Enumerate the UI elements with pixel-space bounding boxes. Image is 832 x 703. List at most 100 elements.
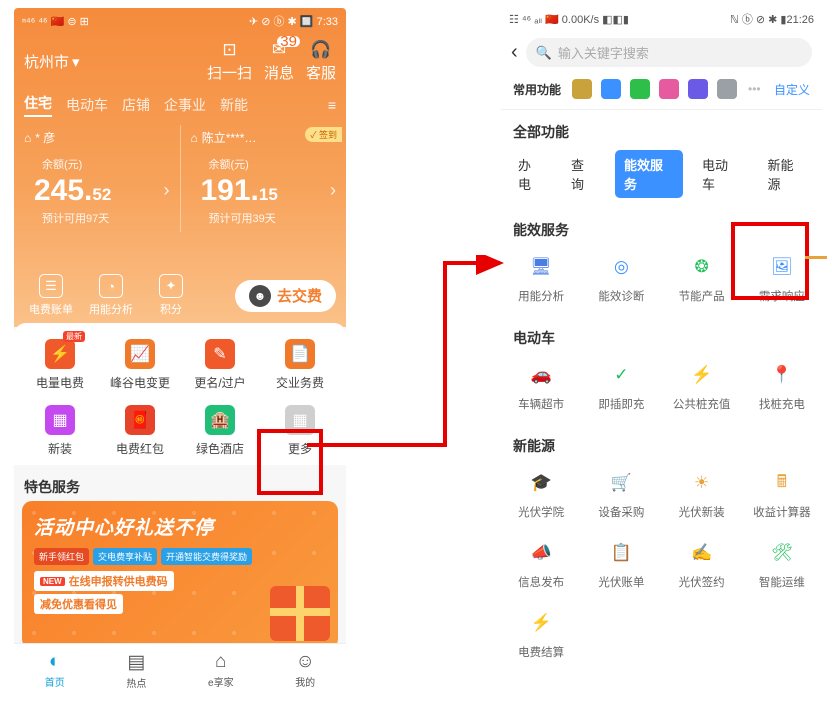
balance-card-0[interactable]: ⌂* 彦 余额(元) 245.52› 预计可用97天 — [22, 125, 172, 232]
item-设备采购[interactable]: 🛒 设备采购 — [581, 468, 661, 520]
新装-icon: ▦ — [45, 405, 75, 435]
ellipsis-icon: ••• — [748, 82, 761, 96]
item-公共桩充值[interactable]: ⚡ 公共桩充值 — [662, 360, 742, 412]
top-gradient: ⁿ⁴⁶ ⁴⁶ 🇨🇳 ⊜ ⊞ ✈ ⊘ ⓑ ✱ 🔲 7:33 杭州市 ▾ ⊡ 扫一扫… — [14, 8, 346, 327]
节能产品-icon: ❂ — [687, 252, 717, 282]
item-即插即充[interactable]: ✓ 即插即充 — [581, 360, 661, 412]
action-label: 电费账单 — [29, 301, 73, 317]
balance-card-1[interactable]: ⌂陈立****…✓ 签到 余额(元) 191.15› 预计可用39天 — [189, 125, 339, 232]
menu-icon[interactable]: ≡ — [328, 97, 336, 113]
pay-button[interactable]: ☻ 去交费 — [235, 280, 336, 312]
item-label: 用能分析 — [501, 288, 581, 304]
action-用能分析[interactable]: ◔ 用能分析 — [84, 274, 138, 317]
customize-link[interactable]: 自定义 — [774, 81, 810, 98]
tab-新能源[interactable]: 新能源 — [759, 150, 815, 198]
信息发布-icon: 📣 — [526, 538, 556, 568]
checkin-badge[interactable]: ✓ 签到 — [305, 127, 342, 142]
header-icon-扫一扫[interactable]: ⊡ 扫一扫 — [207, 40, 252, 83]
service-峰谷电变更[interactable]: 📈 峰谷电变更 — [100, 339, 180, 391]
收益计算器-icon: 🖩 — [767, 468, 797, 498]
item-光伏签约[interactable]: ✍ 光伏签约 — [662, 538, 742, 590]
balance-dec: 52 — [92, 185, 111, 205]
service-交业务费[interactable]: 📄 交业务费 — [260, 339, 340, 391]
热点-icon: ▤ — [127, 651, 145, 674]
item-label: 光伏账单 — [581, 574, 661, 590]
phone-b: ☷ ⁴⁶ ₐₗₗ 🇨🇳 0.00K/s ◧◧▮ ℕ ⓑ ⊘ ✱ ▮21:26 ‹… — [501, 8, 822, 696]
icon-label: 客服 — [306, 62, 336, 83]
item-光伏学院[interactable]: 🎓 光伏学院 — [501, 468, 581, 520]
tab-电动车[interactable]: 电动车 — [693, 150, 749, 198]
tab-查询[interactable]: 查询 — [562, 150, 605, 198]
status-right: ✈ ⊘ ⓑ ✱ 🔲 7:33 — [249, 13, 338, 29]
robot-icon: ☻ — [249, 285, 271, 307]
action-积分[interactable]: ✦ 积分 — [144, 274, 198, 317]
service-更名/过户[interactable]: ✎ 更名/过户 — [180, 339, 260, 391]
banner-line1: NEW 在线申报转供电费码 — [34, 571, 174, 591]
设备采购-icon: 🛒 — [606, 468, 636, 498]
fav-icon-1[interactable] — [601, 79, 621, 99]
highlight-box-demand — [731, 222, 809, 300]
nav-label: e享家 — [208, 674, 234, 689]
item-信息发布[interactable]: 📣 信息发布 — [501, 538, 581, 590]
fav-icon-5[interactable] — [717, 79, 737, 99]
service-电费红包[interactable]: 🧧 电费红包 — [100, 405, 180, 457]
tab-住宅[interactable]: 住宅 — [24, 93, 52, 117]
fav-icon-2[interactable] — [630, 79, 650, 99]
tab-店铺[interactable]: 店铺 — [122, 95, 150, 115]
fav-icon-3[interactable] — [659, 79, 679, 99]
item-光伏账单[interactable]: 📋 光伏账单 — [581, 538, 661, 590]
service-电量电费[interactable]: ⚡最新 电量电费 — [20, 339, 100, 391]
光伏学院-icon: 🎓 — [526, 468, 556, 498]
service-label: 新装 — [20, 440, 100, 457]
nav-首页[interactable]: ◐ 首页 — [45, 651, 65, 689]
service-新装[interactable]: ▦ 新装 — [20, 405, 100, 457]
tab-能效服务[interactable]: 能效服务 — [615, 150, 683, 198]
tab-企事业[interactable]: 企事业 — [164, 95, 206, 115]
tab-电动车[interactable]: 电动车 — [66, 95, 108, 115]
积分-icon: ✦ — [159, 274, 183, 298]
action-电费账单[interactable]: ☰ 电费账单 — [24, 274, 78, 317]
service-label: 电量电费 — [20, 374, 100, 391]
item-智能运维[interactable]: 🛠 智能运维 — [742, 538, 822, 590]
item-能效诊断[interactable]: ◎ 能效诊断 — [581, 252, 661, 304]
balance-int: 191. — [201, 174, 259, 208]
nav-热点[interactable]: ▤ 热点 — [126, 651, 146, 690]
search-icon: 🔍 — [536, 45, 552, 61]
city-selector[interactable]: 杭州市 ▾ ⊡ 扫一扫 ✉ 39 消息 🎧 客服 — [14, 32, 346, 87]
item-光伏新装[interactable]: ☀ 光伏新装 — [662, 468, 742, 520]
客服-icon: 🎧 — [310, 40, 331, 60]
item-电费结算[interactable]: ⚡ 电费结算 — [501, 608, 581, 660]
service-label: 绿色酒店 — [180, 440, 260, 457]
item-车辆超市[interactable]: 🚗 车辆超市 — [501, 360, 581, 412]
action-label: 积分 — [160, 301, 182, 317]
header-icon-客服[interactable]: 🎧 客服 — [306, 40, 336, 83]
item-label: 电费结算 — [501, 644, 581, 660]
tab-办电[interactable]: 办电 — [509, 150, 552, 198]
item-收益计算器[interactable]: 🖩 收益计算器 — [742, 468, 822, 520]
promo-banner[interactable]: 活动中心好礼送不停 新手领红包交电费享补贴开通智能交费得奖励 NEW 在线申报转… — [22, 501, 338, 649]
icon-label: 扫一扫 — [207, 62, 252, 83]
search-row: ‹ 🔍 输入关键字搜索 — [501, 30, 822, 75]
chevron-right-icon: › — [330, 180, 336, 201]
search-input[interactable]: 🔍 输入关键字搜索 — [526, 38, 812, 67]
tab-新能[interactable]: 新能 — [220, 95, 248, 115]
光伏新装-icon: ☀ — [687, 468, 717, 498]
nav-我的[interactable]: ☺ 我的 — [295, 651, 315, 689]
电费账单-icon: ☰ — [39, 274, 63, 298]
fav-icon-0[interactable] — [572, 79, 592, 99]
balance-label: 余额(元) — [209, 156, 337, 172]
item-用能分析[interactable]: 🖥 用能分析 — [501, 252, 581, 304]
header-icon-消息[interactable]: ✉ 39 消息 — [264, 40, 294, 83]
item-找桩充电[interactable]: 📍 找桩充电 — [742, 360, 822, 412]
nav-e享家[interactable]: ⌂ e享家 — [208, 651, 234, 689]
item-节能产品[interactable]: ❂ 节能产品 — [662, 252, 742, 304]
item-label: 设备采购 — [581, 504, 661, 520]
item-label: 智能运维 — [742, 574, 822, 590]
section-title-电动车: 电动车 — [501, 316, 822, 356]
new-tag: NEW — [40, 577, 65, 586]
icon-label: 消息 — [264, 62, 294, 83]
back-icon[interactable]: ‹ — [511, 41, 518, 64]
fav-icon-4[interactable] — [688, 79, 708, 99]
service-label: 电费红包 — [100, 440, 180, 457]
service-绿色酒店[interactable]: 🏨 绿色酒店 — [180, 405, 260, 457]
